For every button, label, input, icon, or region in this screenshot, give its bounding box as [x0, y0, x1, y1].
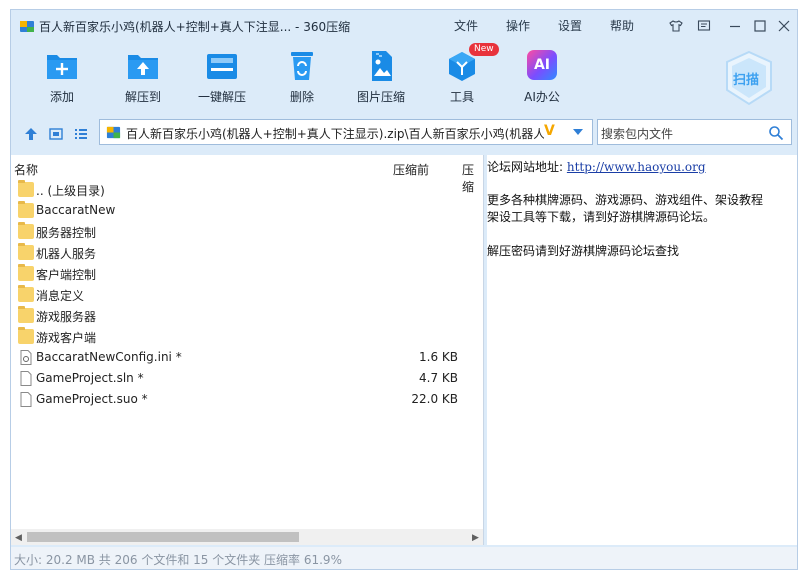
file-size: 22.0 KB [411, 392, 458, 406]
search-box[interactable]: 搜索包内文件 [597, 119, 792, 145]
extract-to-button[interactable]: 解压到 [110, 50, 176, 112]
settings-file-icon [20, 350, 32, 365]
list-view-icon[interactable] [73, 126, 89, 142]
file-name: GameProject.suo * [36, 392, 148, 406]
add-folder-icon [47, 55, 77, 79]
one-click-extract-label: 一键解压 [197, 90, 246, 104]
ai-office-button[interactable]: AI AI办公 [509, 50, 575, 112]
scan-button[interactable]: 扫描 [723, 50, 775, 106]
file-size: 1.6 KB [419, 350, 458, 364]
chevron-down-icon[interactable] [572, 128, 584, 136]
preview-panel: 论坛网站地址: http://www.haoyou.org 更多各种棋牌源码、游… [487, 155, 797, 545]
more-line-2: 架设工具等下载，请到好游棋牌源码论坛。 [487, 210, 716, 224]
folder-icon [18, 264, 34, 281]
ai-icon: AI [527, 50, 557, 80]
file-name: 游戏服务器 [36, 310, 97, 324]
forum-link[interactable]: http://www.haoyou.org [567, 160, 706, 174]
scrollbar-thumb[interactable] [27, 532, 299, 542]
file-list-panel: 名称 压缩前 压缩 .. (上级目录) BaccaratNew 服务器控制 机器人服务… [11, 155, 484, 545]
window-title: 百人新百家乐小鸡(机器人+控制+真人下注显... - 360压缩 [39, 20, 351, 34]
address-path[interactable]: 百人新百家乐小鸡(机器人+控制+真人下注显示).zip\百人新百家乐小鸡(机器人… [126, 125, 544, 142]
file-name: .. (上级目录) [36, 184, 105, 198]
close-icon[interactable] [777, 19, 791, 33]
address-bar[interactable]: 百人新百家乐小鸡(机器人+控制+真人下注显示).zip\百人新百家乐小鸡(机器人… [99, 119, 593, 145]
extract-to-label: 解压到 [124, 90, 161, 104]
scan-label: 扫描 [733, 73, 760, 88]
file-name: 服务器控制 [36, 226, 97, 240]
file-name: BaccaratNewConfig.ini * [36, 350, 182, 364]
list-item[interactable]: GameProject.sln * 4.7 KB [11, 368, 483, 389]
one-click-extract-button[interactable]: 一键解压 [189, 50, 255, 112]
zip-file-icon [106, 126, 121, 139]
recycle-bin-icon [291, 52, 313, 80]
list-item[interactable]: 游戏客户端 [11, 326, 483, 347]
file-name: 游戏客户端 [36, 331, 97, 345]
delete-label: 删除 [289, 90, 314, 104]
menu-help[interactable]: 帮助 [610, 17, 634, 34]
file-name: 客户端控制 [36, 268, 97, 282]
folder-icon [18, 243, 34, 260]
new-badge: New [469, 43, 499, 56]
zip-app-icon [20, 21, 34, 32]
search-input[interactable]: 搜索包内文件 [601, 125, 673, 142]
maximize-icon[interactable] [753, 19, 767, 33]
password-line: 解压密码请到好游棋牌源码论坛查找 [487, 244, 680, 258]
column-name-header[interactable]: 名称 [14, 161, 38, 178]
image-compress-label: 图片压缩 [356, 90, 405, 104]
one-click-extract-icon [207, 54, 237, 79]
list-item[interactable]: 机器人服务 [11, 242, 483, 263]
file-name: 消息定义 [36, 289, 85, 303]
file-name: BaccaratNew [36, 203, 116, 217]
v-mark-icon: V [544, 123, 555, 139]
file-name: 机器人服务 [36, 247, 97, 261]
status-bar: 大小: 20.2 MB 共 206 个文件和 15 个文件夹 压缩率 61.9% [11, 547, 797, 569]
file-icon [20, 392, 32, 407]
menu-operation[interactable]: 操作 [506, 17, 530, 34]
menu-settings[interactable]: 设置 [558, 17, 582, 34]
folder-icon [18, 306, 34, 323]
title-bar: 百人新百家乐小鸡(机器人+控制+真人下注显... - 360压缩 文件 操作 设… [11, 10, 797, 42]
tools-button[interactable]: New 工具 [429, 43, 499, 112]
skin-shirt-icon[interactable] [669, 19, 683, 33]
folder-icon [18, 327, 34, 344]
folder-icon [18, 201, 34, 218]
list-item[interactable]: 游戏服务器 [11, 305, 483, 326]
add-label: 添加 [49, 90, 74, 104]
scroll-left-icon[interactable]: ◀ [15, 533, 22, 543]
list-item[interactable]: 服务器控制 [11, 221, 483, 242]
forum-label: 论坛网站地址: [487, 160, 564, 174]
minimize-icon[interactable] [728, 19, 742, 33]
app-window: 百人新百家乐小鸡(机器人+控制+真人下注显... - 360压缩 文件 操作 设… [10, 9, 798, 570]
file-size: 4.7 KB [419, 371, 458, 385]
list-item[interactable]: 客户端控制 [11, 263, 483, 284]
menu-file[interactable]: 文件 [454, 17, 478, 34]
add-button[interactable]: 添加 [29, 50, 95, 112]
folder-icon [18, 222, 34, 239]
tools-label: 工具 [449, 90, 474, 104]
delete-button[interactable]: 删除 [269, 50, 335, 112]
search-icon[interactable] [768, 125, 784, 141]
ai-office-label: AI办公 [524, 90, 560, 104]
list-item[interactable]: GameProject.suo * 22.0 KB [11, 389, 483, 410]
status-text: 大小: 20.2 MB 共 206 个文件和 15 个文件夹 压缩率 61.9% [14, 553, 342, 567]
file-name: GameProject.sln * [36, 371, 144, 385]
file-icon [20, 371, 32, 386]
image-compress-button[interactable]: 图片压缩 [348, 50, 414, 112]
list-item[interactable]: 消息定义 [11, 284, 483, 305]
list-item[interactable]: BaccaratNewConfig.ini * 1.6 KB [11, 347, 483, 368]
list-item[interactable]: BaccaratNew [11, 200, 483, 221]
up-arrow-icon[interactable] [23, 126, 39, 142]
extract-folder-icon [128, 55, 158, 79]
folder-icon [18, 180, 34, 197]
more-line-1: 更多各种棋牌源码、游戏源码、游戏组件、架设教程 [487, 193, 764, 207]
image-compress-icon [372, 51, 392, 81]
thumbnail-view-icon[interactable] [48, 126, 64, 142]
column-before-header[interactable]: 压缩前 [393, 161, 429, 178]
feedback-icon[interactable] [697, 19, 711, 33]
folder-icon [18, 285, 34, 302]
list-item[interactable]: .. (上级目录) [11, 179, 483, 200]
scroll-right-icon[interactable]: ▶ [472, 533, 479, 543]
horizontal-scrollbar[interactable]: ◀ ▶ [11, 529, 483, 545]
